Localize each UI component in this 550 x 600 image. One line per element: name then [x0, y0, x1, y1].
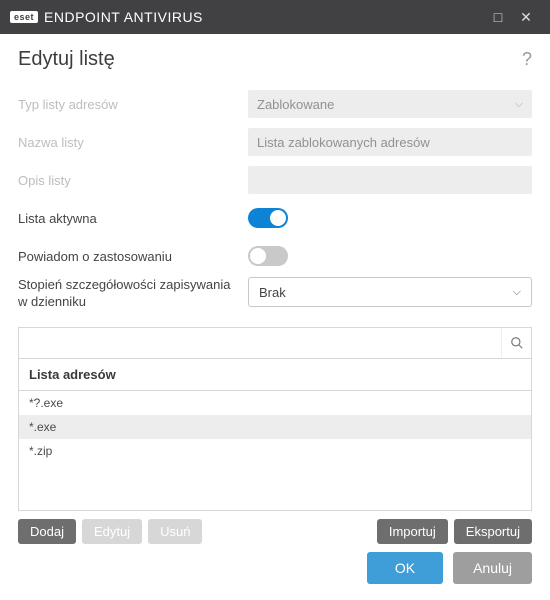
- delete-button[interactable]: Usuń: [148, 519, 202, 544]
- export-button[interactable]: Eksportuj: [454, 519, 532, 544]
- list-item[interactable]: *?.exe: [19, 391, 531, 415]
- log-level-value: Brak: [259, 285, 286, 300]
- notify-label: Powiadom o zastosowaniu: [18, 249, 248, 264]
- search-input[interactable]: [19, 328, 531, 358]
- list-desc-field: [248, 166, 532, 194]
- address-type-value: Zablokowane: [257, 97, 334, 112]
- edit-button[interactable]: Edytuj: [82, 519, 142, 544]
- list-active-label: Lista aktywna: [18, 211, 248, 226]
- ok-button[interactable]: OK: [367, 552, 443, 584]
- address-type-select: Zablokowane ⌵: [248, 90, 532, 118]
- chevron-down-icon: ⌵: [515, 98, 523, 111]
- list-name-field: Lista zablokowanych adresów: [248, 128, 532, 156]
- search-icon[interactable]: [501, 328, 531, 358]
- import-button[interactable]: Importuj: [377, 519, 448, 544]
- help-icon[interactable]: ?: [522, 49, 532, 70]
- address-type-label: Typ listy adresów: [18, 97, 248, 112]
- window-titlebar: eset ENDPOINT ANTIVIRUS □ ✕: [0, 0, 550, 34]
- chevron-down-icon: ⌵: [513, 286, 521, 299]
- list-item[interactable]: *.exe: [19, 415, 531, 439]
- brand-badge: eset: [10, 11, 38, 23]
- product-title: ENDPOINT ANTIVIRUS: [44, 9, 203, 25]
- list-active-toggle[interactable]: [248, 208, 288, 228]
- list-desc-label: Opis listy: [18, 173, 248, 188]
- list-header: Lista adresów: [18, 359, 532, 391]
- maximize-icon[interactable]: □: [484, 9, 512, 25]
- list-item[interactable]: *.zip: [19, 439, 531, 463]
- close-icon[interactable]: ✕: [512, 9, 540, 26]
- cancel-button[interactable]: Anuluj: [453, 552, 532, 584]
- add-button[interactable]: Dodaj: [18, 519, 76, 544]
- list-name-label: Nazwa listy: [18, 135, 248, 150]
- log-level-label: Stopień szczegółowości zapisywania w dzi…: [18, 277, 248, 311]
- address-list[interactable]: *?.exe*.exe*.zip: [18, 391, 532, 511]
- log-level-select[interactable]: Brak ⌵: [248, 277, 532, 307]
- page-title: Edytuj listę: [18, 48, 115, 71]
- notify-toggle[interactable]: [248, 246, 288, 266]
- list-name-value: Lista zablokowanych adresów: [257, 135, 430, 150]
